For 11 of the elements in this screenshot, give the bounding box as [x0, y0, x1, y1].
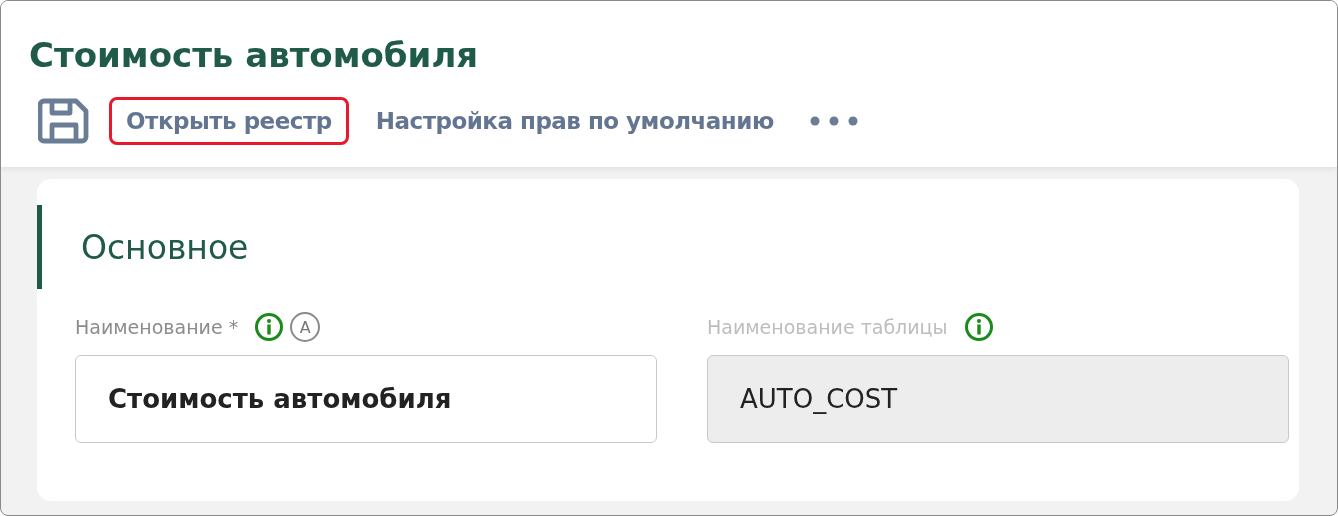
toolbar-button[interactable]: Настройка прав по умолчанию — [358, 96, 791, 145]
field-label: Наименование * — [75, 316, 239, 338]
field-label: Наименование таблицы — [707, 316, 948, 338]
auto-badge: A — [290, 312, 321, 342]
toolbar-button[interactable]: Открыть реестр — [109, 96, 349, 145]
more-icon — [809, 115, 858, 126]
page-title: Стоимость автомобиля — [29, 35, 480, 76]
section-title: Основное — [81, 227, 249, 267]
save-icon — [38, 96, 90, 145]
input-field[interactable]: Стоимость автомобиля — [75, 355, 657, 443]
info-icon[interactable] — [254, 312, 285, 342]
